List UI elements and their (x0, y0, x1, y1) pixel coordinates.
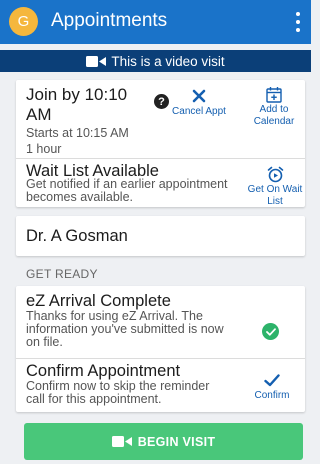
alarm-clock-icon (242, 164, 308, 184)
section-get-ready: GET READY (26, 267, 98, 281)
duration: 1 hour (26, 142, 62, 156)
provider-name: Dr. A Gosman (26, 227, 128, 245)
confirm-appointment-button[interactable]: Confirm (244, 370, 300, 402)
video-camera-icon (86, 55, 107, 67)
banner-text: This is a video visit (111, 53, 225, 69)
begin-visit-button[interactable]: BEGIN VISIT (24, 423, 303, 460)
join-waitlist-button[interactable]: Get On Wait List (242, 164, 308, 208)
user-avatar[interactable]: G (9, 7, 38, 36)
help-icon[interactable]: ? (154, 94, 169, 109)
page-title: Appointments (51, 10, 168, 31)
calendar-add-icon (244, 84, 304, 104)
begin-visit-label: BEGIN VISIT (137, 434, 216, 449)
arrival-subtitle: Thanks for using eZ Arrival. The informa… (26, 309, 224, 349)
provider-card[interactable]: Dr. A Gosman (16, 216, 305, 256)
video-visit-banner: This is a video visit (0, 50, 311, 72)
confirm-label: Confirm (254, 390, 290, 401)
checkmark-icon (244, 370, 300, 390)
add-to-calendar-label: Add to Calendar (253, 104, 295, 127)
get-ready-card: eZ Arrival Complete Thanks for using eZ … (16, 286, 305, 412)
waitlist-subtitle: Get notified if an earlier appointment b… (26, 177, 228, 204)
start-time: Starts at 10:15 AM (26, 126, 129, 140)
add-to-calendar-button[interactable]: Add to Calendar (244, 84, 304, 128)
join-time: Join by 10:10 AM (26, 85, 128, 124)
cancel-appointment-button[interactable]: Cancel Appt (168, 86, 230, 118)
app-bar: G Appointments (0, 0, 311, 44)
cancel-appointment-label: Cancel Appt (172, 106, 226, 117)
appointment-card: Join by 10:10 AM ? Starts at 10:15 AM 1 … (16, 80, 305, 207)
confirm-subtitle: Confirm now to skip the reminder call fo… (26, 379, 210, 406)
card-divider (16, 358, 305, 359)
close-icon (168, 86, 230, 106)
video-camera-icon (111, 436, 132, 447)
more-vertical-icon[interactable] (293, 12, 303, 32)
card-divider (16, 158, 305, 159)
join-waitlist-label: Get On Wait List (247, 184, 303, 207)
check-circle-icon (262, 323, 279, 340)
